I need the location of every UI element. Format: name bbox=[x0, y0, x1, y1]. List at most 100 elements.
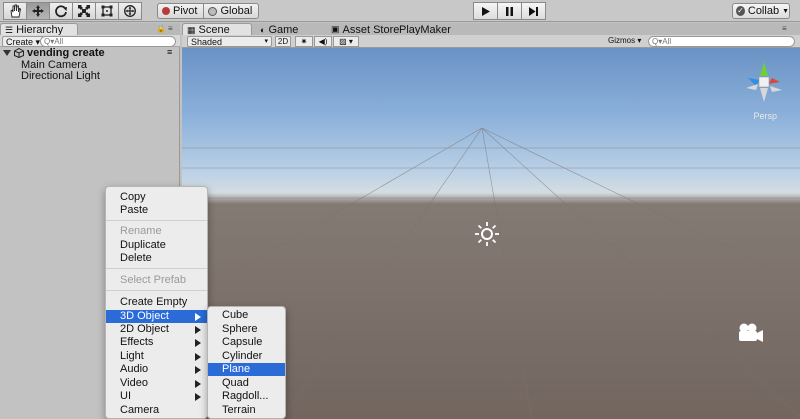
globe-icon bbox=[208, 6, 218, 16]
submenu-item-cube[interactable]: Cube bbox=[208, 309, 285, 322]
menu-item-audio[interactable]: Audio bbox=[106, 363, 207, 376]
game-icon: ◐ bbox=[260, 24, 266, 35]
panel-menu-icon[interactable]: 🔒≡ bbox=[156, 24, 175, 33]
hand-icon bbox=[10, 4, 22, 18]
main-toolbar: Pivot Global ✓ Collab ▼ bbox=[0, 0, 800, 22]
transform-tool-button[interactable] bbox=[118, 2, 142, 20]
menu-item-light[interactable]: Light bbox=[106, 350, 207, 363]
hierarchy-search-placeholder: Q▾All bbox=[44, 37, 64, 46]
submenu-item-terrain[interactable]: Terrain bbox=[208, 404, 285, 417]
2d-label: 2D bbox=[277, 37, 289, 46]
menu-item-camera[interactable]: Camera bbox=[106, 404, 207, 417]
submenu-item-plane[interactable]: Plane bbox=[208, 363, 285, 376]
menu-item-create-empty[interactable]: Create Empty bbox=[106, 296, 207, 309]
shading-mode-dropdown[interactable]: Shaded ▾ bbox=[187, 36, 272, 47]
menu-item-audio-label: Audio bbox=[120, 363, 149, 375]
pivot-global-toggle: Pivot Global bbox=[157, 3, 260, 19]
menu-item-ui[interactable]: UI bbox=[106, 390, 207, 403]
hand-tool-button[interactable] bbox=[3, 2, 27, 20]
menu-item-rename: Rename bbox=[120, 225, 162, 237]
submenu-item-ragdoll[interactable]: Ragdoll... bbox=[208, 390, 285, 403]
context-menu: Copy Paste Rename Duplicate Delete Selec… bbox=[105, 186, 208, 419]
create-label: Create bbox=[6, 37, 34, 47]
transform-tools bbox=[3, 2, 142, 20]
playback-controls bbox=[473, 2, 546, 20]
submenu-arrow-icon bbox=[195, 393, 201, 401]
sun-icon: ✷ bbox=[300, 37, 308, 46]
hierarchy-tab-bar: ☰ Hierarchy 🔒≡ bbox=[0, 23, 180, 36]
scene-search-input[interactable]: Q▾All bbox=[648, 36, 795, 47]
chevron-down-icon: ▾ bbox=[264, 38, 268, 45]
menu-separator bbox=[106, 268, 207, 269]
hierarchy-search-input[interactable]: Q▾All bbox=[40, 36, 176, 47]
expand-arrow-icon[interactable] bbox=[3, 50, 11, 56]
menu-item-video[interactable]: Video bbox=[106, 377, 207, 390]
menu-item-ui-label: UI bbox=[120, 390, 131, 402]
hierarchy-item-directional-light[interactable]: Directional Light bbox=[21, 70, 100, 82]
step-icon bbox=[529, 6, 538, 16]
projection-label[interactable]: Persp bbox=[753, 111, 777, 121]
menu-item-light-label: Light bbox=[120, 350, 144, 362]
collab-label: Collab bbox=[747, 5, 780, 17]
menu-item-effects-label: Effects bbox=[120, 336, 154, 348]
step-button[interactable] bbox=[521, 2, 546, 20]
collab-button[interactable]: ✓ Collab ▼ bbox=[732, 3, 790, 19]
scale-tool-button[interactable] bbox=[72, 2, 96, 20]
scene-icon: ▦ bbox=[187, 24, 196, 35]
menu-separator bbox=[106, 220, 207, 221]
pivot-button[interactable]: Pivot bbox=[157, 3, 205, 19]
pivot-label: Pivot bbox=[173, 5, 198, 17]
scene-toolbar: Shaded ▾ 2D ✷ ◀) ▨ ▾ Gizmos ▾ Q▾All bbox=[182, 35, 800, 48]
submenu-item-cylinder[interactable]: Cylinder bbox=[208, 350, 285, 363]
light-icon[interactable] bbox=[473, 220, 501, 248]
submenu-item-quad[interactable]: Quad bbox=[208, 377, 285, 390]
submenu-arrow-icon bbox=[195, 313, 201, 321]
menu-item-3d-object[interactable]: 3D Object bbox=[106, 310, 207, 323]
menu-item-2d-object[interactable]: 2D Object bbox=[106, 323, 207, 336]
scene-search-placeholder: Q▾All bbox=[652, 37, 672, 46]
menu-item-delete[interactable]: Delete bbox=[106, 252, 207, 265]
speaker-icon: ◀) bbox=[318, 37, 328, 46]
gizmos-dropdown[interactable]: Gizmos ▾ bbox=[608, 36, 648, 47]
scene-tab-bar: ▦ Scene ◐ Game ▣ Asset Store PlayMaker ≡ bbox=[182, 23, 800, 36]
move-tool-button[interactable] bbox=[26, 2, 50, 20]
scene-effects-dropdown[interactable]: ▨ ▾ bbox=[333, 36, 359, 47]
rotate-icon bbox=[55, 5, 67, 18]
tab-playmaker-label: PlayMaker bbox=[399, 23, 451, 36]
scene-audio-button[interactable]: ◀) bbox=[314, 36, 332, 47]
rect-tool-button[interactable] bbox=[95, 2, 119, 20]
scene-lighting-button[interactable]: ✷ bbox=[295, 36, 313, 47]
global-button[interactable]: Global bbox=[203, 3, 260, 19]
transform-icon bbox=[124, 5, 136, 17]
menu-item-copy[interactable]: Copy bbox=[106, 191, 207, 204]
submenu-arrow-icon bbox=[195, 339, 201, 347]
rect-tool-icon bbox=[101, 5, 113, 17]
menu-item-paste[interactable]: Paste bbox=[106, 204, 207, 217]
tab-game-label: Game bbox=[268, 23, 299, 36]
axis-gizmo-icon[interactable] bbox=[742, 60, 786, 104]
play-button[interactable] bbox=[473, 2, 498, 20]
scene-root-row[interactable]: vending create ≡ bbox=[0, 47, 180, 59]
rotate-tool-button[interactable] bbox=[49, 2, 73, 20]
pivot-icon bbox=[162, 7, 170, 15]
move-icon bbox=[32, 5, 44, 17]
scene-panel-menu-icon[interactable]: ≡ bbox=[782, 24, 789, 33]
submenu-arrow-icon bbox=[195, 380, 201, 388]
2d-toggle-button[interactable]: 2D bbox=[275, 36, 291, 47]
chevron-down-icon: ▼ bbox=[782, 7, 789, 15]
create-dropdown[interactable]: Create ▾ bbox=[2, 36, 45, 47]
submenu-item-capsule[interactable]: Capsule bbox=[208, 336, 285, 349]
menu-item-duplicate[interactable]: Duplicate bbox=[106, 239, 207, 252]
submenu-item-sphere[interactable]: Sphere bbox=[208, 323, 285, 336]
scene-options-icon[interactable]: ≡ bbox=[167, 47, 172, 57]
list-icon: ☰ bbox=[5, 24, 14, 35]
menu-item-select-prefab: Select Prefab bbox=[120, 274, 187, 286]
menu-item-effects[interactable]: Effects bbox=[106, 336, 207, 349]
camera-icon[interactable] bbox=[735, 322, 765, 344]
collab-check-icon: ✓ bbox=[736, 6, 745, 16]
submenu-arrow-icon bbox=[195, 326, 201, 334]
pause-button[interactable] bbox=[497, 2, 522, 20]
3d-object-submenu: Cube Sphere Capsule Cylinder Plane Quad … bbox=[207, 306, 286, 419]
scene-name: vending create bbox=[27, 47, 105, 59]
asset-store-icon: ▣ bbox=[331, 24, 340, 34]
